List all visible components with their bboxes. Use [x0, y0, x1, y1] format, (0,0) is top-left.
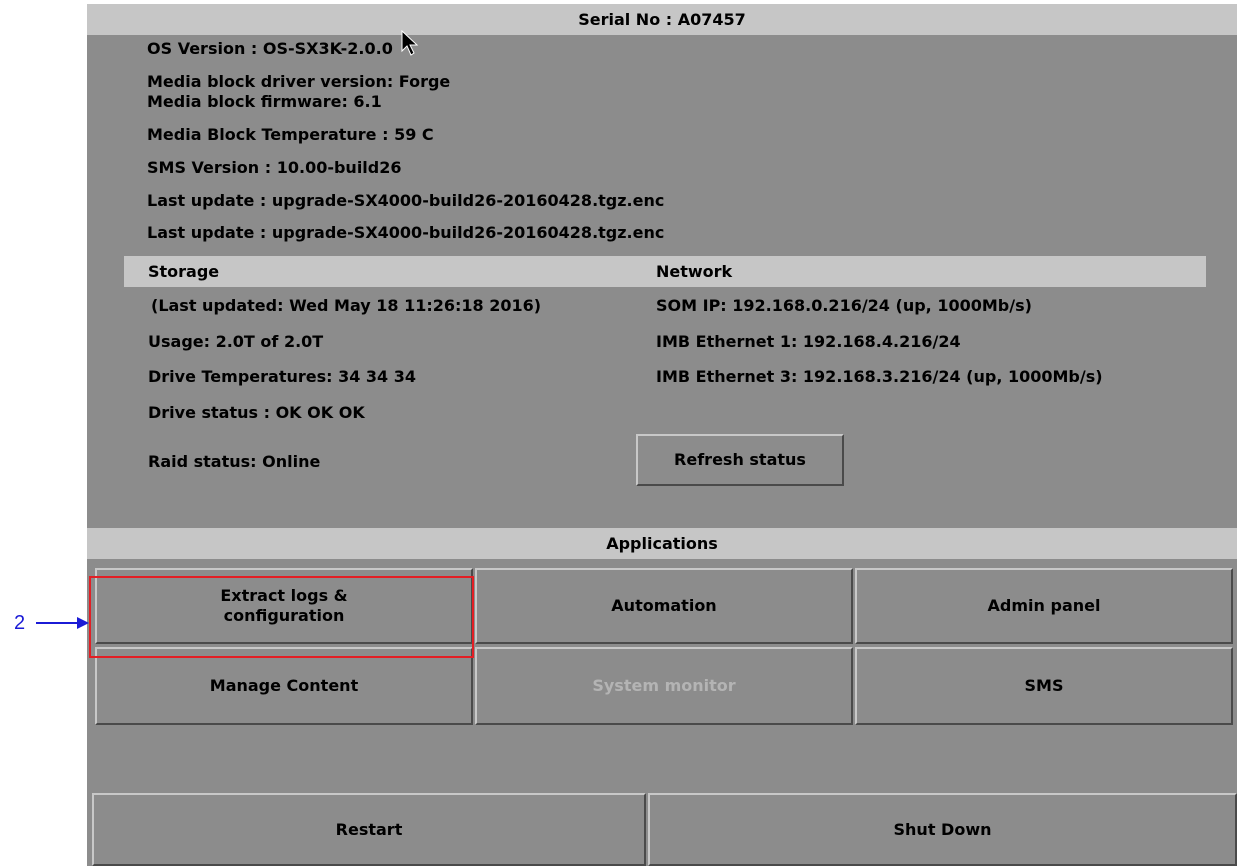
automation-button[interactable]: Automation — [475, 568, 853, 644]
annotation-arrow-icon — [36, 617, 89, 629]
storage-network-header: Storage Network — [124, 256, 1206, 287]
applications-header: Applications — [87, 528, 1237, 559]
imb-ethernet-3: IMB Ethernet 3: 192.168.3.216/24 (up, 10… — [656, 367, 1103, 386]
manage-content-label: Manage Content — [209, 676, 359, 695]
last-update: Last update : upgrade-SX4000-build26-201… — [147, 223, 665, 242]
restart-label: Restart — [335, 819, 403, 839]
storage-last-updated: (Last updated: Wed May 18 11:26:18 2016) — [151, 296, 542, 315]
shut-down-button[interactable]: Shut Down — [648, 793, 1237, 866]
system-status-panel: Serial No : A07457 OS Version : OS-SX3K-… — [87, 4, 1237, 866]
serial-number: Serial No : A07457 — [578, 10, 746, 29]
highlight-box — [89, 576, 474, 658]
sms-button[interactable]: SMS — [855, 647, 1233, 725]
admin-panel-button[interactable]: Admin panel — [855, 568, 1233, 644]
os-version: OS Version : OS-SX3K-2.0.0 — [147, 39, 393, 58]
last-update: Last update : upgrade-SX4000-build26-201… — [147, 191, 665, 210]
drive-temperatures: Drive Temperatures: 34 34 34 — [148, 367, 417, 386]
driver-version: Media block driver version: Forge — [147, 72, 451, 91]
storage-usage: Usage: 2.0T of 2.0T — [148, 332, 324, 351]
storage-title: Storage — [148, 262, 220, 281]
applications-title: Applications — [606, 534, 718, 553]
manage-content-button[interactable]: Manage Content — [95, 647, 473, 725]
sms-version: SMS Version : 10.00-build26 — [147, 158, 402, 177]
imb-ethernet-1: IMB Ethernet 1: 192.168.4.216/24 — [656, 332, 961, 351]
network-title: Network — [656, 262, 733, 281]
automation-label: Automation — [611, 596, 717, 615]
restart-button[interactable]: Restart — [92, 793, 646, 866]
mouse-cursor-icon — [401, 30, 419, 56]
raid-status: Raid status: Online — [148, 452, 321, 471]
system-monitor-label: System monitor — [592, 676, 736, 695]
media-block-temperature: Media Block Temperature : 59 C — [147, 125, 434, 144]
shut-down-label: Shut Down — [893, 819, 992, 839]
drive-status: Drive status : OK OK OK — [148, 403, 365, 422]
admin-panel-label: Admin panel — [987, 596, 1101, 615]
refresh-status-label: Refresh status — [674, 450, 806, 469]
system-monitor-button: System monitor — [475, 647, 853, 725]
som-ip: SOM IP: 192.168.0.216/24 (up, 1000Mb/s) — [656, 296, 1032, 315]
sms-label: SMS — [1024, 676, 1064, 695]
firmware-version: Media block firmware: 6.1 — [147, 92, 382, 111]
serial-header: Serial No : A07457 — [87, 4, 1237, 35]
refresh-status-button[interactable]: Refresh status — [636, 434, 844, 486]
annotation-number: 2 — [14, 612, 26, 634]
